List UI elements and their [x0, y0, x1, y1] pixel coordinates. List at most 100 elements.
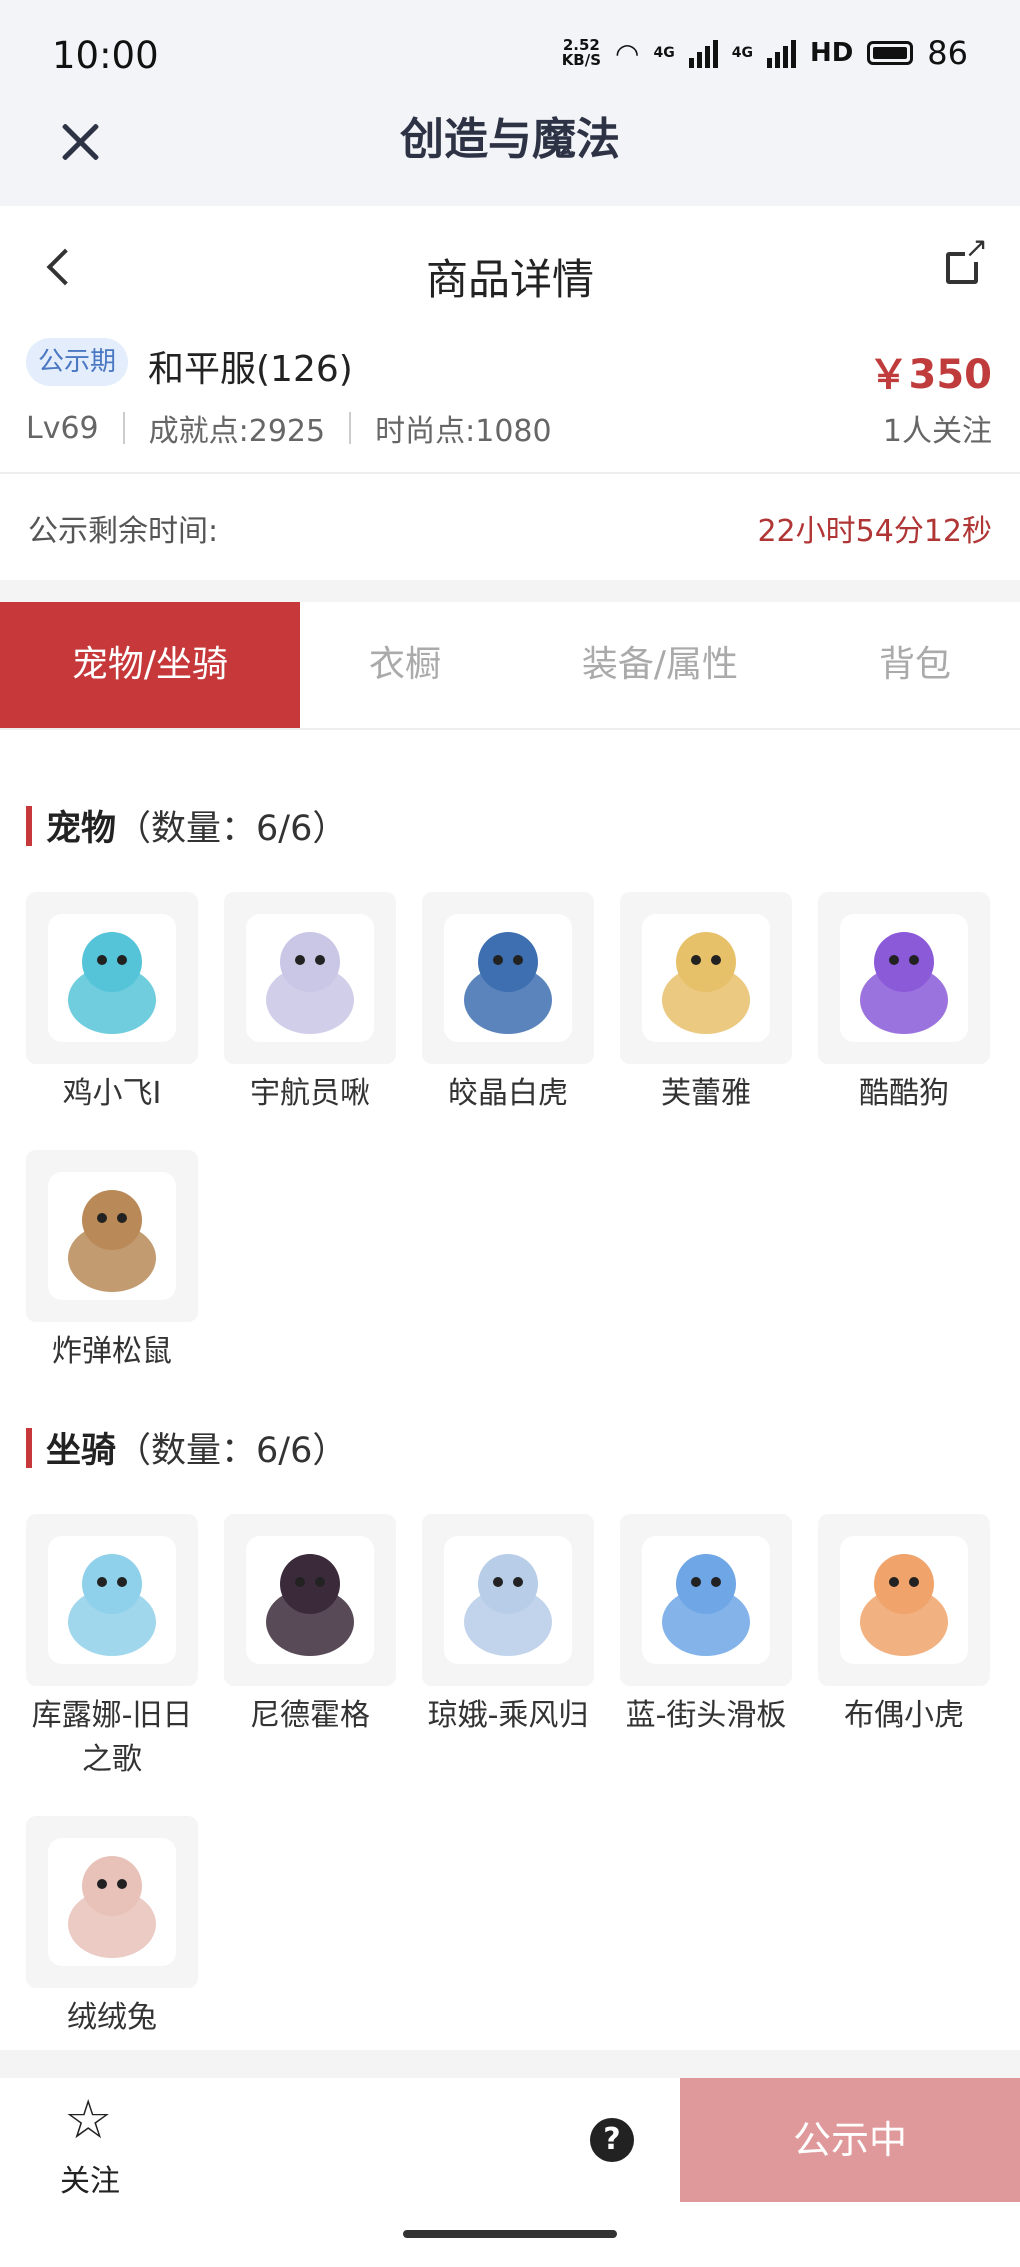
remaining-time-label: 公示剩余时间: [28, 514, 219, 549]
network-speed: 2.52 KB/S [561, 36, 602, 69]
mounts-grid: 库露娜-旧日之歌 尼德霍格 琼娥-乘风归 蓝-街头滑板 布偶小虎绒绒兔 [26, 1514, 994, 2040]
mount-thumbnail [422, 1514, 594, 1686]
app-bar: 创造与魔法 [0, 100, 1020, 206]
mounts-title: 坐骑 [46, 1431, 117, 1471]
mount-thumbnail [818, 1514, 990, 1686]
divider [122, 412, 125, 444]
mount-item[interactable]: 蓝-街头滑板 [620, 1514, 792, 1782]
wifi-icon: ◠ [615, 36, 640, 70]
status-icons: 2.52 KB/S ◠ 4G 4G HD 86 [562, 34, 968, 72]
network-type-1: 4G [653, 45, 675, 61]
signal-icon [688, 38, 718, 68]
pet-item[interactable]: 芙蕾雅 [620, 892, 792, 1116]
pet-name: 鸡小飞I [62, 1076, 162, 1111]
help-icon[interactable]: ? [590, 2118, 634, 2162]
mount-name: 琼娥-乘风归 [427, 1698, 589, 1733]
nav-bar: 商品详情 [0, 206, 1020, 336]
mount-thumbnail [224, 1514, 396, 1686]
pet-item[interactable]: 酷酷狗 [818, 892, 990, 1116]
pet-thumbnail [26, 892, 198, 1064]
character-image [48, 1838, 176, 1966]
product-info: 公示期 和平服(126) ￥350 Lv69 成就点:2925 时尚点:1080… [0, 330, 1020, 470]
tab-pets-mounts[interactable]: 宠物/坐骑 [0, 602, 300, 728]
pets-grid: 鸡小飞I 宇航员啾 皎晶白虎 芙蕾雅 酷酷狗炸弹松鼠 [26, 892, 994, 1374]
tab-backpack[interactable]: 背包 [810, 602, 1020, 728]
character-image [48, 914, 176, 1042]
achievement-points: 成就点:2925 [148, 414, 326, 449]
section-gap [0, 580, 1020, 602]
character-image [48, 1172, 176, 1300]
section-marker [26, 805, 32, 846]
character-image [48, 1536, 176, 1664]
character-image [642, 1536, 770, 1664]
mount-name: 蓝-街头滑板 [625, 1698, 787, 1733]
pet-name: 宇航员啾 [250, 1076, 370, 1111]
remaining-time-row: 公示剩余时间: 22小时54分12秒 [0, 474, 1020, 580]
pets-count: （数量：6/6） [116, 809, 348, 849]
character-image [840, 914, 968, 1042]
pet-name: 皎晶白虎 [448, 1076, 568, 1111]
page-title: 商品详情 [425, 255, 594, 304]
follow-count: 1人关注 [882, 414, 992, 449]
signal-icon-2 [766, 38, 796, 68]
pet-name: 酷酷狗 [859, 1076, 949, 1111]
mount-item[interactable]: 库露娜-旧日之歌 [26, 1514, 198, 1782]
tab-equipment[interactable]: 装备/属性 [510, 602, 810, 728]
mount-name: 绒绒兔 [67, 2000, 157, 2035]
pet-thumbnail [26, 1150, 198, 1322]
app-title: 创造与魔法 [400, 114, 620, 165]
pet-name: 芙蕾雅 [661, 1076, 751, 1111]
mount-item[interactable]: 绒绒兔 [26, 1816, 198, 2040]
pet-item[interactable]: 鸡小飞I [26, 892, 198, 1116]
product-meta: Lv69 成就点:2925 时尚点:1080 [26, 406, 552, 450]
hd-label: HD [809, 38, 854, 68]
character-image [444, 914, 572, 1042]
character-image [444, 1536, 572, 1664]
mount-name: 库露娜-旧日之歌 [31, 1698, 193, 1777]
mount-thumbnail [620, 1514, 792, 1686]
pet-item[interactable]: 宇航员啾 [224, 892, 396, 1116]
mounts-count: （数量：6/6） [116, 1431, 348, 1471]
remaining-time-value: 22小时54分12秒 [757, 514, 992, 549]
status-badge: 公示期 [26, 338, 129, 386]
star-outline-icon: ☆ [64, 2088, 113, 2151]
pet-thumbnail [224, 892, 396, 1064]
character-image [642, 914, 770, 1042]
status-time: 10:00 [52, 34, 159, 77]
character-image [840, 1536, 968, 1664]
mount-thumbnail [26, 1816, 198, 1988]
bottom-bar: ☆ 关注 ? 公示中 [0, 2078, 1020, 2208]
pet-thumbnail [818, 892, 990, 1064]
mount-item[interactable]: 布偶小虎 [818, 1514, 990, 1782]
network-type-2: 4G [731, 45, 753, 61]
section-marker [26, 1427, 32, 1468]
pets-title: 宠物 [46, 809, 117, 849]
battery-icon [867, 41, 914, 65]
follow-label: 关注 [60, 2164, 120, 2199]
mounts-section-header: 坐骑 （数量：6/6） [26, 1422, 347, 1473]
pet-item[interactable]: 皎晶白虎 [422, 892, 594, 1116]
price: ￥350 [868, 352, 993, 398]
mount-item[interactable]: 琼娥-乘风归 [422, 1514, 594, 1782]
share-icon[interactable] [946, 234, 988, 284]
server-name: 和平服(126) [148, 349, 353, 390]
tab-bar: 宠物/坐骑 衣橱 装备/属性 背包 [0, 602, 1020, 730]
pet-item[interactable]: 炸弹松鼠 [26, 1150, 198, 1374]
fashion-points: 时尚点:1080 [375, 414, 552, 449]
pet-thumbnail [620, 892, 792, 1064]
pets-section-header: 宠物 （数量：6/6） [26, 800, 347, 851]
mount-thumbnail [26, 1514, 198, 1686]
character-image [246, 914, 374, 1042]
home-indicator[interactable] [403, 2230, 617, 2238]
publicity-status-button[interactable]: 公示中 [680, 2078, 1020, 2202]
mount-name: 尼德霍格 [250, 1698, 370, 1733]
character-image [246, 1536, 374, 1664]
battery-level: 86 [927, 34, 968, 72]
mount-item[interactable]: 尼德霍格 [224, 1514, 396, 1782]
tab-wardrobe[interactable]: 衣橱 [300, 602, 510, 728]
level: Lv69 [26, 410, 99, 446]
mount-name: 布偶小虎 [844, 1698, 964, 1733]
pet-thumbnail [422, 892, 594, 1064]
section-gap [0, 2050, 1020, 2078]
pet-name: 炸弹松鼠 [52, 1334, 172, 1369]
